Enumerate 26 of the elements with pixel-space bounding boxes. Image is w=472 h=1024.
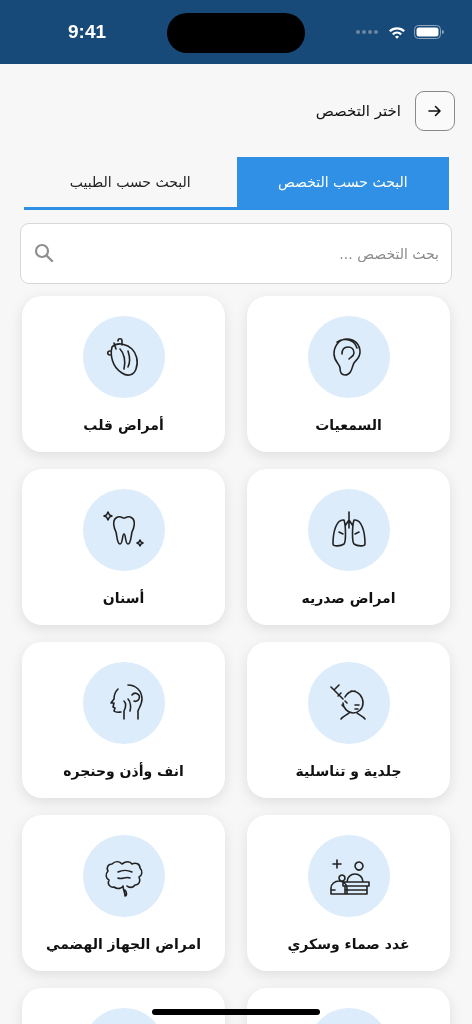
back-button[interactable] — [415, 91, 455, 131]
specialty-card[interactable]: امراض الجهاز الهضمي — [22, 815, 225, 971]
specialty-label: أمراض قلب — [83, 417, 164, 433]
wifi-icon — [388, 25, 406, 39]
battery-icon — [414, 25, 444, 39]
specialty-card[interactable]: أسنان — [22, 469, 225, 625]
specialty-label: انف وأذن وحنجره — [63, 763, 184, 779]
specialty-card[interactable]: امراض صدريه — [247, 469, 450, 625]
arrow-right-icon — [428, 105, 442, 117]
specialty-card[interactable]: جلدية و تناسلية — [247, 642, 450, 798]
specialty-label: امراض الجهاز الهضمي — [46, 936, 201, 952]
specialty-card[interactable]: السمعيات — [247, 296, 450, 452]
specialty-label: أسنان — [102, 590, 145, 606]
status-time: 9:41 — [68, 21, 108, 43]
specialty-label: امراض صدريه — [301, 590, 396, 606]
specialty-label: السمعيات — [315, 417, 382, 433]
specialty-card[interactable]: أمراض قلب — [22, 296, 225, 452]
search-icon — [34, 243, 54, 263]
signal-icon — [356, 30, 380, 34]
specialty-card[interactable]: غدد صماء وسكري — [247, 815, 450, 971]
specialty-label: غدد صماء وسكري — [287, 936, 410, 952]
page-title: اختر التخصص — [315, 102, 401, 120]
specialty-card[interactable]: انف وأذن وحنجره — [22, 642, 225, 798]
tab[interactable]: البحث حسب الطبيب — [24, 157, 237, 210]
search-field[interactable]: بحث التخصص ... — [20, 223, 452, 284]
specialty-label: جلدية و تناسلية — [295, 763, 402, 779]
